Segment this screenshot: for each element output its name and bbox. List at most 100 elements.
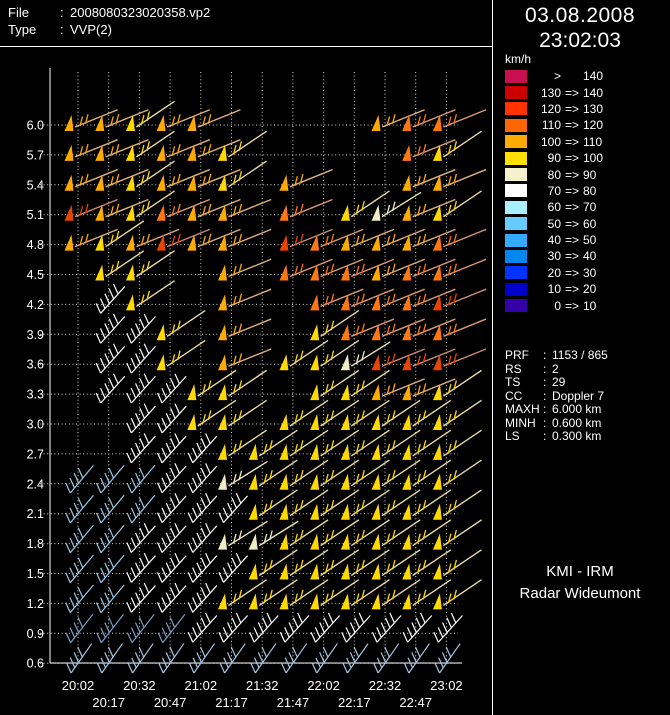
barb-staff xyxy=(69,584,94,613)
barb-tick xyxy=(342,662,348,674)
barb-tick xyxy=(165,383,172,394)
barb-tick xyxy=(192,567,198,578)
barb-tick xyxy=(108,557,115,569)
barb-tick xyxy=(200,527,207,539)
barb-tick xyxy=(157,392,163,404)
barb-tick xyxy=(192,597,198,608)
barb-tick xyxy=(227,652,233,663)
barb-pennant xyxy=(279,264,289,281)
barb-pennant xyxy=(64,174,74,191)
barb-pennant xyxy=(248,593,258,610)
barb-tick xyxy=(196,652,202,663)
barb-tick xyxy=(143,522,150,534)
barb-pennant xyxy=(279,354,289,371)
barb-tick xyxy=(327,612,334,624)
x-tick-label: 21:02 xyxy=(185,678,218,693)
barb-pennant xyxy=(402,593,412,610)
barb-pennant xyxy=(156,204,166,221)
barb-tick xyxy=(113,343,119,355)
barb-tick xyxy=(200,497,207,509)
barb-tick xyxy=(126,512,133,524)
barb-tick xyxy=(130,537,137,548)
y-tick-label: 2.7 xyxy=(27,447,44,461)
barb-staff xyxy=(346,643,369,674)
barb-tick xyxy=(174,582,181,594)
barb-tick xyxy=(161,507,167,519)
barb-staff xyxy=(439,643,461,674)
barb-tick xyxy=(143,343,150,355)
barb-tick xyxy=(442,622,448,633)
barb-staff xyxy=(161,405,187,434)
barb-tick xyxy=(257,652,264,663)
barb-tick xyxy=(69,567,76,578)
barb-pennant xyxy=(310,563,320,580)
x-tick-label: 22:17 xyxy=(338,695,371,710)
barb-tick xyxy=(219,662,226,674)
barb-tick xyxy=(279,631,286,643)
barb-tick xyxy=(96,632,102,644)
barb-tick xyxy=(139,587,145,599)
barb-tick xyxy=(143,403,150,414)
barb-tick xyxy=(157,482,163,493)
barb-tick xyxy=(222,567,229,578)
barb-tick xyxy=(358,612,365,624)
barb-pennant xyxy=(371,384,381,401)
y-tick-label: 1.5 xyxy=(27,567,44,581)
barb-staff xyxy=(192,555,218,583)
barb-tick xyxy=(143,373,150,384)
barb-pennant xyxy=(279,414,289,430)
barb-staff xyxy=(131,614,155,644)
barb-tick xyxy=(161,627,168,638)
barb-staff xyxy=(100,375,126,404)
barb-pennant xyxy=(279,503,289,520)
barb-pennant xyxy=(64,144,74,161)
barb-tick xyxy=(192,627,198,638)
barb-pennant xyxy=(371,354,381,371)
barb-tick xyxy=(95,512,102,524)
barb-tick xyxy=(73,532,80,544)
barb-tick xyxy=(403,662,410,674)
barb-tick xyxy=(323,617,330,628)
barb-tick xyxy=(192,477,198,489)
barb-staff xyxy=(192,615,218,643)
barb-tick xyxy=(411,622,417,633)
barb-tick xyxy=(192,447,198,459)
barb-pennant xyxy=(279,473,289,490)
barb-tick xyxy=(196,442,203,454)
barb-tick xyxy=(231,497,238,509)
barb-tick xyxy=(143,433,150,444)
barb-pennant xyxy=(402,144,412,161)
barb-tick xyxy=(349,652,356,663)
barb-tick xyxy=(157,452,163,464)
barb-pennant xyxy=(156,174,166,191)
barb-tick xyxy=(218,572,225,583)
barb-tick xyxy=(205,493,211,504)
x-tick-label: 20:02 xyxy=(62,678,95,693)
barb-tick xyxy=(108,497,115,509)
barb-tick xyxy=(250,662,256,674)
barb-pennant xyxy=(218,324,227,341)
barb-tick xyxy=(170,527,176,539)
barb-staff xyxy=(100,465,125,494)
y-tick-label: 4.2 xyxy=(27,298,44,312)
barb-pennant xyxy=(402,174,412,191)
barb-tick xyxy=(200,467,207,479)
barb-pennant xyxy=(402,443,412,460)
barb-staff xyxy=(70,614,94,644)
barb-tick xyxy=(157,632,164,644)
barb-tick xyxy=(170,497,176,509)
barb-tick xyxy=(77,557,84,569)
barb-tick xyxy=(314,627,321,638)
barb-tick xyxy=(139,557,145,569)
barb-tick xyxy=(174,463,181,474)
barb-tick xyxy=(95,482,102,494)
barb-tick xyxy=(104,532,110,544)
barb-tick xyxy=(157,512,163,523)
barb-pennant xyxy=(310,593,320,610)
barb-pennant xyxy=(402,473,412,490)
barb-tick xyxy=(134,652,141,663)
barb-tick xyxy=(420,612,426,624)
barb-tick xyxy=(441,652,448,663)
barb-tick xyxy=(135,442,141,454)
barb-tick xyxy=(100,507,106,519)
